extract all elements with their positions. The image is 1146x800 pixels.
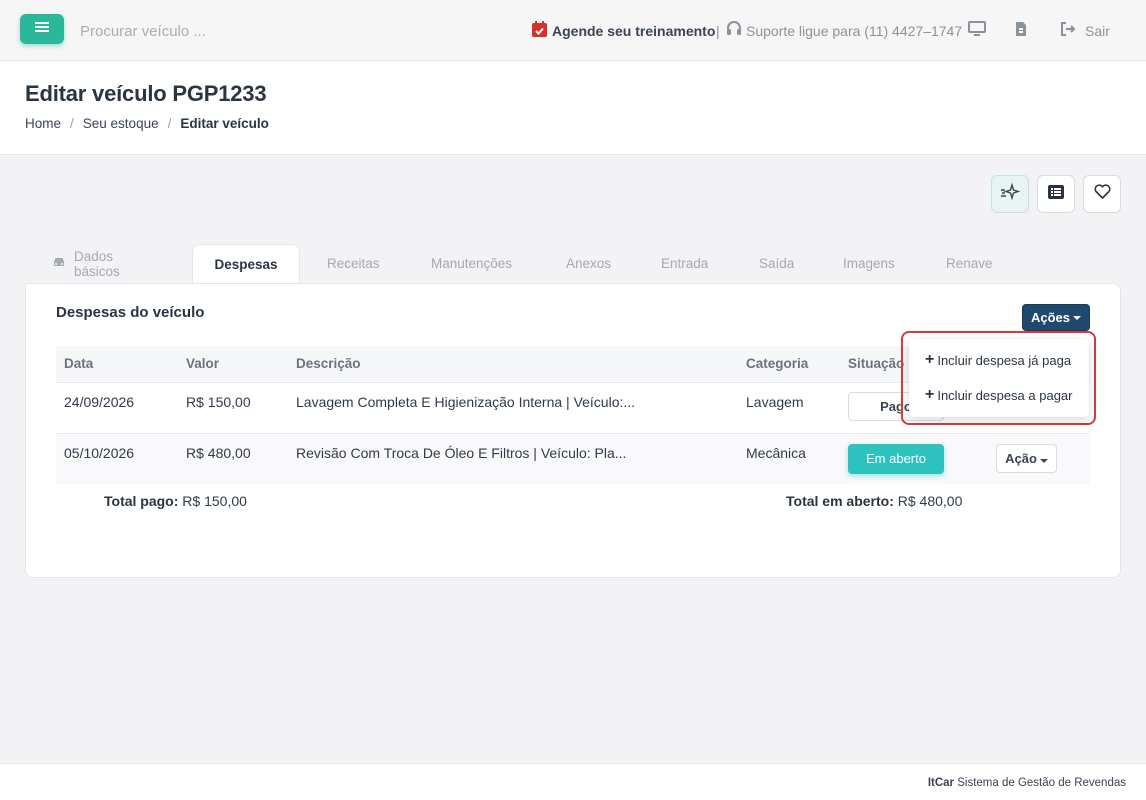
breadcrumb-home[interactable]: Home (25, 116, 61, 131)
caret-down-icon (1039, 458, 1048, 463)
total-open-value: R$ 480,00 (897, 493, 963, 509)
monitor-icon (968, 21, 986, 40)
logout-icon (1060, 21, 1085, 40)
cell-category: Lavagem (738, 381, 840, 433)
expenses-card: Despesas do veículo Ações Data Valor Des… (25, 283, 1121, 578)
tab-imagens[interactable]: Imagens (843, 244, 895, 283)
tab-receitas[interactable]: Receitas (327, 244, 380, 283)
tab-label: Receitas (327, 256, 380, 271)
logout-button[interactable]: Sair (1060, 0, 1110, 61)
footer-caption: Sistema de Gestão de Revendas (957, 777, 1126, 789)
tab-label: Renave (946, 256, 993, 271)
page-title: Editar veículo PGP1233 (25, 81, 267, 106)
total-open-label: Total em aberto: (786, 493, 894, 509)
column-header[interactable]: Categoria (738, 346, 840, 382)
tab-manutencoes[interactable]: Manutenções (431, 244, 512, 283)
monitor-button[interactable] (968, 0, 986, 61)
menu-item-include-payable-expense[interactable]: + Incluir despesa a pagar (925, 387, 1073, 403)
column-header[interactable]: Data (56, 346, 178, 382)
menu-item-label: Incluir despesa a pagar (937, 387, 1073, 403)
card-title: Despesas do veículo (56, 304, 205, 321)
caret-down-icon (1073, 315, 1082, 320)
tab-label: Entrada (661, 256, 709, 271)
tab-label: Manutenções (431, 256, 513, 271)
footer-text: ItCar Sistema de Gestão de Revendas (928, 777, 1126, 789)
document-button[interactable] (1015, 0, 1027, 61)
cell-category: Mecânica (738, 432, 840, 484)
search-input[interactable] (80, 20, 300, 42)
list-icon (1048, 184, 1064, 204)
actions-dropdown-menu: + Incluir despesa já paga + Incluir desp… (909, 339, 1089, 417)
tab-despesas[interactable]: Despesas (192, 244, 300, 284)
menu-button[interactable] (20, 14, 64, 44)
headset-icon (725, 20, 746, 41)
ai-assistant-button[interactable] (991, 175, 1029, 213)
footer-brand: ItCar (927, 777, 955, 789)
training-link[interactable]: Agende seu treinamento (532, 0, 715, 61)
tab-label: Despesas (214, 257, 278, 272)
favorite-button[interactable] (1083, 175, 1121, 213)
tab-label: Saída (759, 256, 795, 271)
tab-anexos[interactable]: Anexos (566, 244, 611, 283)
car-icon (52, 256, 66, 271)
breadcrumb-separator: / (70, 116, 74, 131)
heart-icon (1093, 184, 1111, 204)
cell-value: R$ 480,00 (178, 432, 288, 484)
cell-date: 05/10/2026 (56, 432, 178, 484)
calendar-check-icon (532, 21, 547, 40)
plus-icon: + (925, 386, 935, 403)
logout-label: Sair (1085, 22, 1110, 39)
tab-saida[interactable]: Saída (759, 244, 794, 283)
document-icon (1015, 21, 1027, 40)
breadcrumb-separator: / (167, 116, 172, 131)
tab-dados-basicos[interactable]: Dados básicos (52, 244, 120, 283)
plus-icon: + (925, 351, 935, 368)
breadcrumb-stock[interactable]: Seu estoque (83, 116, 159, 131)
page-header: Editar veículo PGP1233 Home / Seu estoqu… (0, 61, 1146, 155)
total-open: Total em aberto: R$ 480,00 (786, 493, 962, 509)
footer: ItCar Sistema de Gestão de Revendas (0, 763, 1146, 800)
row-action-button[interactable]: Ação (996, 443, 1057, 473)
top-bar: Agende seu treinamento | Suporte ligue p… (0, 0, 1146, 61)
list-button[interactable] (1037, 175, 1075, 213)
actions-label: Ações (1030, 310, 1071, 325)
tab-entrada[interactable]: Entrada (661, 244, 708, 283)
tab-label: Anexos (566, 256, 612, 271)
menu-icon (35, 20, 49, 38)
cell-description: Lavagem Completa E Higienização Interna … (288, 381, 738, 433)
breadcrumb: Home / Seu estoque / Editar veículo (25, 116, 269, 131)
tab-renave[interactable]: Renave (946, 244, 993, 283)
cell-date: 24/09/2026 (56, 381, 178, 433)
support-info: Suporte ligue para (11) 4427–1747 (725, 0, 962, 61)
cell-description: Revisão Com Troca De Óleo E Filtros | Ve… (288, 432, 738, 484)
support-label: Suporte ligue para (11) 4427–1747 (746, 22, 963, 39)
tab-label: Imagens (843, 256, 895, 271)
row-action-label: Ação (1005, 450, 1037, 466)
status-badge[interactable]: Em aberto (848, 443, 944, 474)
column-header[interactable]: Valor (178, 346, 288, 382)
column-header[interactable]: Descrição (288, 346, 738, 382)
actions-dropdown-button[interactable]: Ações (1022, 304, 1090, 331)
separator: | (716, 22, 720, 39)
total-paid-label: Total pago: (104, 493, 179, 509)
tab-label: Dados básicos (74, 248, 120, 279)
menu-item-include-paid-expense[interactable]: + Incluir despesa já paga (925, 352, 1071, 368)
training-label: Agende seu treinamento (552, 22, 716, 39)
breadcrumb-current: Editar veículo (180, 116, 269, 131)
total-paid: Total pago: R$ 150,00 (104, 493, 247, 509)
ai-sparkle-icon (1000, 182, 1021, 206)
menu-item-label: Incluir despesa já paga (937, 352, 1072, 368)
table-row[interactable]: 05/10/2026 R$ 480,00 Revisão Com Troca D… (56, 432, 1090, 484)
total-paid-value: R$ 150,00 (182, 493, 247, 509)
cell-value: R$ 150,00 (178, 381, 288, 433)
